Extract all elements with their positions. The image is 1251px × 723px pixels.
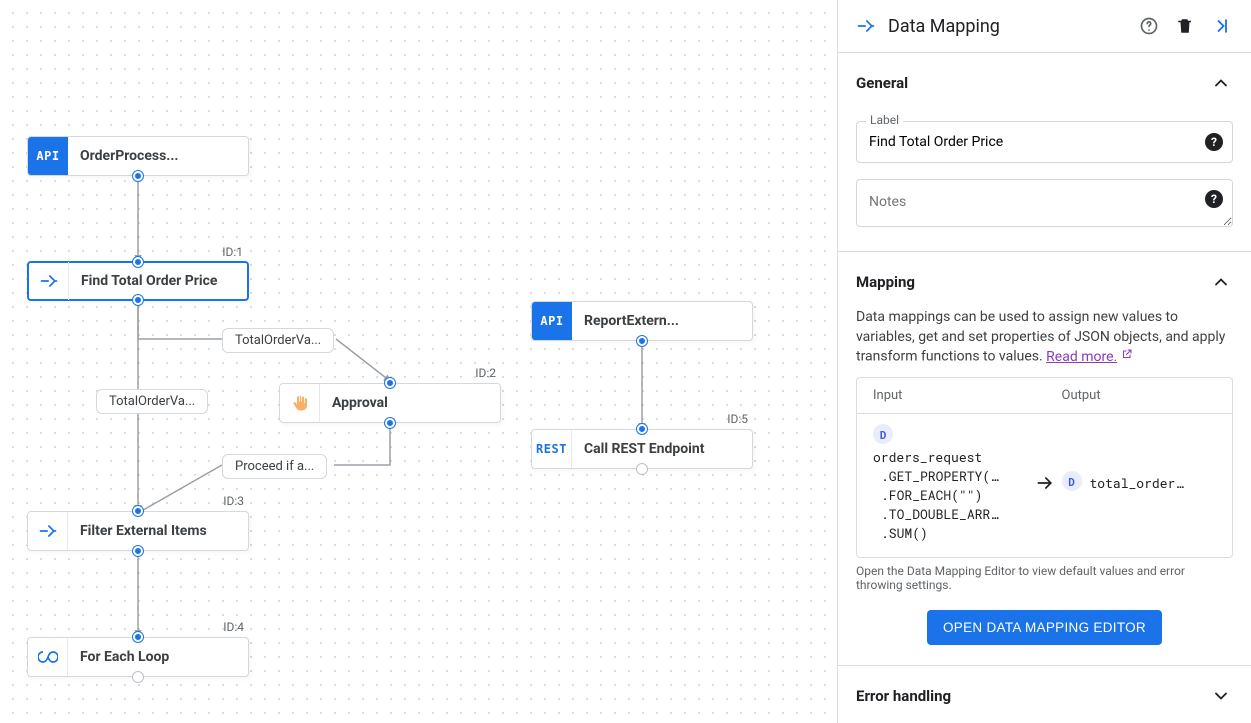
chevron-up-icon[interactable] <box>1209 270 1233 294</box>
edge-label[interactable]: TotalOrderVa... <box>222 328 334 353</box>
loop-icon <box>28 638 68 676</box>
port-out[interactable] <box>133 546 143 556</box>
section-heading: Mapping <box>856 273 915 291</box>
notes-input[interactable] <box>856 179 1233 227</box>
col-header-output: Output <box>1062 388 1217 403</box>
mapping-icon <box>28 512 68 550</box>
section-heading: Error handling <box>856 687 951 705</box>
port-in[interactable] <box>133 257 143 267</box>
field-help-icon[interactable]: ? <box>1205 133 1223 151</box>
label-field: Label ? <box>856 121 1233 163</box>
panel-header: Data Mapping <box>838 0 1251 52</box>
section-heading: General <box>856 74 908 92</box>
task-node-foreach[interactable]: ID:4 For Each Loop <box>27 637 249 677</box>
port-out[interactable] <box>133 171 143 181</box>
task-node-rest[interactable]: ID:5 REST Call REST Endpoint <box>531 429 753 469</box>
mapping-row[interactable]: D orders_request .GET_PROPERTY(… .FOR_EA… <box>857 414 1232 556</box>
port-in[interactable] <box>133 632 143 642</box>
mapping-input-cell: D orders_request .GET_PROPERTY(… .FOR_EA… <box>873 424 1028 542</box>
edge-label[interactable]: Proceed if a... <box>222 454 327 479</box>
chevron-down-icon[interactable] <box>1209 684 1233 708</box>
port-in[interactable] <box>385 378 395 388</box>
port-out[interactable] <box>637 464 647 474</box>
rest-icon: REST <box>532 430 572 468</box>
task-node-approval[interactable]: ID:2 Approval <box>279 383 501 423</box>
node-label: ReportExtern... <box>572 313 691 329</box>
details-panel: Data Mapping General Label ? <box>837 0 1251 723</box>
label-input[interactable] <box>856 121 1233 163</box>
port-in[interactable] <box>133 506 143 516</box>
delete-icon[interactable] <box>1173 14 1197 38</box>
node-id: ID:2 <box>475 366 496 380</box>
section-mapping: Mapping Data mappings can be used to ass… <box>838 252 1251 665</box>
mapping-output-cell: D total_order… <box>1062 471 1217 495</box>
mapping-hint: Open the Data Mapping Editor to view def… <box>856 564 1233 592</box>
trigger-node-reportextern[interactable]: API ReportExtern... <box>531 301 753 341</box>
col-header-input: Input <box>873 388 1028 403</box>
read-more-link[interactable]: Read more. <box>1046 349 1133 365</box>
open-mapping-editor-button[interactable]: OPEN DATA MAPPING EDITOR <box>927 610 1162 645</box>
type-chip: D <box>873 424 893 444</box>
task-node-find-total[interactable]: ID:1 Find Total Order Price <box>27 261 249 301</box>
node-label: Find Total Order Price <box>69 273 229 289</box>
api-icon: API <box>532 302 572 340</box>
hand-icon <box>280 384 320 422</box>
node-label: Call REST Endpoint <box>572 441 716 457</box>
node-label: Filter External Items <box>68 523 219 539</box>
panel-title: Data Mapping <box>888 16 1125 37</box>
api-icon: API <box>28 137 68 175</box>
port-in[interactable] <box>637 424 647 434</box>
section-error-handling: Error handling <box>838 666 1251 723</box>
node-label: OrderProcess... <box>68 148 190 164</box>
notes-field: ? <box>856 179 1233 231</box>
edge-label[interactable]: TotalOrderVa... <box>96 389 208 414</box>
help-icon[interactable] <box>1137 14 1161 38</box>
arrow-icon <box>1028 473 1062 493</box>
field-help-icon[interactable]: ? <box>1205 190 1223 208</box>
port-out[interactable] <box>385 418 395 428</box>
collapse-panel-icon[interactable] <box>1209 14 1233 38</box>
port-out[interactable] <box>133 295 143 305</box>
canvas[interactable]: API OrderProcess... ID:1 Find Total Orde… <box>0 0 837 723</box>
trigger-node-orderprocess[interactable]: API OrderProcess... <box>27 136 249 176</box>
field-legend: Label <box>866 113 903 127</box>
type-chip: D <box>1062 471 1082 491</box>
section-general: General Label ? ? <box>838 53 1251 251</box>
mapping-description: Data mappings can be used to assign new … <box>856 308 1233 367</box>
chevron-up-icon[interactable] <box>1209 71 1233 95</box>
task-node-filter-external[interactable]: ID:3 Filter External Items <box>27 511 249 551</box>
node-label: Approval <box>320 395 400 411</box>
mapping-icon <box>29 262 69 300</box>
node-id: ID:4 <box>223 620 244 634</box>
mapping-table: Input Output D orders_request .GET_PROPE… <box>856 377 1233 557</box>
node-id: ID:3 <box>223 494 244 508</box>
dot-grid <box>0 0 837 723</box>
port-out[interactable] <box>637 336 647 346</box>
node-label: For Each Loop <box>68 649 181 665</box>
port-out[interactable] <box>133 672 143 682</box>
node-id: ID:1 <box>222 245 243 259</box>
node-id: ID:5 <box>727 412 748 426</box>
external-link-icon <box>1121 347 1133 367</box>
mapping-icon <box>856 16 876 36</box>
